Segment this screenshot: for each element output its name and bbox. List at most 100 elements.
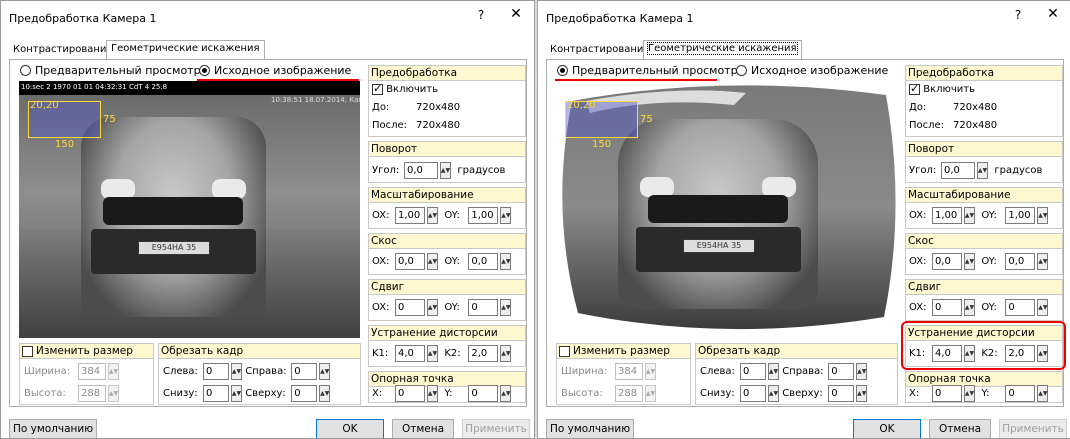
- scale-ox-input[interactable]: 1,00: [932, 207, 962, 224]
- pivot-y-spinner[interactable]: ▲▼: [1037, 385, 1049, 402]
- crop-left-spinner[interactable]: ▲▼: [768, 363, 779, 380]
- scale-oy-input[interactable]: 1,00: [468, 207, 499, 224]
- shift-ox-spinner[interactable]: ▲▼: [964, 299, 975, 316]
- crop-bottom-spinner[interactable]: ▲▼: [231, 385, 242, 402]
- resize-checkbox[interactable]: Изменить размер: [557, 344, 690, 359]
- help-icon[interactable]: ?: [471, 8, 491, 22]
- enable-checkbox[interactable]: Включить: [909, 82, 975, 95]
- apply-button[interactable]: Применить: [999, 419, 1067, 438]
- crop-left-spinner[interactable]: ▲▼: [231, 363, 242, 380]
- resize-width-input[interactable]: 384: [615, 363, 643, 380]
- checkbox-box: [559, 345, 570, 357]
- shift-oy-spinner[interactable]: ▲▼: [1037, 299, 1049, 316]
- crop-left-input[interactable]: 0: [740, 363, 766, 380]
- pivot-x-input[interactable]: 0: [395, 385, 425, 402]
- tab-contrast[interactable]: Контрастирование: [546, 42, 654, 59]
- defaults-button[interactable]: По умолчанию: [9, 419, 97, 438]
- crop-row-1: Слева: 0 ▲▼ Справа: 0 ▲▼: [163, 363, 331, 380]
- pivot-row: X: 0 ▲▼ Y: 0 ▲▼: [909, 385, 1049, 402]
- skew-oy-input[interactable]: 0,0: [468, 253, 499, 270]
- shift-ox-input[interactable]: 0: [932, 299, 962, 316]
- angle-input[interactable]: 0,0: [404, 162, 438, 179]
- crop-top-spinner[interactable]: ▲▼: [856, 385, 868, 402]
- shift-oy-spinner[interactable]: ▲▼: [500, 299, 512, 316]
- ok-button[interactable]: OK: [316, 419, 384, 438]
- scale-oy-spinner[interactable]: ▲▼: [1037, 207, 1049, 224]
- resize-height-input[interactable]: 288: [78, 385, 106, 402]
- resize-width-spinner[interactable]: ▲▼: [645, 363, 656, 380]
- tab-geometric-distortion[interactable]: Геометрические искажения: [106, 40, 265, 59]
- tab-geometric-distortion[interactable]: Геометрические искажения: [643, 40, 802, 59]
- crop-bottom-input[interactable]: 0: [740, 385, 766, 402]
- rotation-row: Угол: 0,0 ▲▼ градусов: [372, 162, 505, 179]
- radio-preview[interactable]: Предварительный просмотр: [20, 64, 201, 77]
- scale-oy-spinner[interactable]: ▲▼: [500, 207, 512, 224]
- enable-checkbox[interactable]: Включить: [372, 82, 438, 95]
- scale-oy-input[interactable]: 1,00: [1005, 207, 1036, 224]
- shift-ox-spinner[interactable]: ▲▼: [427, 299, 438, 316]
- tab-contrast[interactable]: Контрастирование: [9, 42, 117, 59]
- cancel-button[interactable]: Отмена: [929, 419, 991, 438]
- skew-oy-input[interactable]: 0,0: [1005, 253, 1036, 270]
- crop-right-spinner[interactable]: ▲▼: [856, 363, 868, 380]
- radio-original-image[interactable]: Исходное изображение: [736, 64, 888, 77]
- crop-right-input[interactable]: 0: [291, 363, 318, 380]
- radio-preview[interactable]: Предварительный просмотр: [557, 64, 738, 77]
- skew-oy-spinner[interactable]: ▲▼: [500, 253, 512, 270]
- angle-spinner[interactable]: ▲▼: [977, 162, 988, 179]
- crop-bottom-spinner[interactable]: ▲▼: [768, 385, 779, 402]
- radio-circle-selected: [557, 65, 568, 76]
- crop-left-input[interactable]: 0: [203, 363, 229, 380]
- pivot-x-input[interactable]: 0: [932, 385, 962, 402]
- van: Е954НА 35: [81, 117, 266, 317]
- apply-button[interactable]: Применить: [462, 419, 530, 438]
- angle-input[interactable]: 0,0: [941, 162, 975, 179]
- radio-original-image[interactable]: Исходное изображение: [199, 64, 351, 77]
- angle-spinner[interactable]: ▲▼: [440, 162, 451, 179]
- pivot-y-spinner[interactable]: ▲▼: [500, 385, 512, 402]
- pivot-y-input[interactable]: 0: [1005, 385, 1036, 402]
- crop-top-spinner[interactable]: ▲▼: [319, 385, 331, 402]
- resize-checkbox[interactable]: Изменить размер: [20, 344, 153, 359]
- shift-row: OX: 0 ▲▼ OY: 0 ▲▼: [909, 299, 1049, 316]
- bumper: Е954НА 35: [91, 229, 256, 274]
- crop-bottom-input[interactable]: 0: [203, 385, 229, 402]
- k2-spinner[interactable]: ▲▼: [500, 345, 512, 362]
- skew-oy-spinner[interactable]: ▲▼: [1037, 253, 1049, 270]
- crop-right-input[interactable]: 0: [828, 363, 855, 380]
- resize-width-input[interactable]: 384: [78, 363, 106, 380]
- pivot-y-input[interactable]: 0: [468, 385, 499, 402]
- scale-ox-spinner[interactable]: ▲▼: [427, 207, 438, 224]
- crop-top-input[interactable]: 0: [828, 385, 855, 402]
- ok-button[interactable]: OK: [853, 419, 921, 438]
- skew-ox-spinner[interactable]: ▲▼: [964, 253, 975, 270]
- cancel-button[interactable]: Отмена: [392, 419, 454, 438]
- image-preview: Е954НА 35 20,20 75 150: [556, 81, 897, 338]
- resize-height-input[interactable]: 288: [615, 385, 643, 402]
- close-icon[interactable]: ✕: [1043, 6, 1063, 22]
- skew-ox-input[interactable]: 0,0: [932, 253, 962, 270]
- skew-ox-spinner[interactable]: ▲▼: [427, 253, 438, 270]
- shift-oy-input[interactable]: 0: [1005, 299, 1036, 316]
- close-icon[interactable]: ✕: [506, 6, 526, 22]
- crop-row-2: Снизу: 0 ▲▼ Сверху: 0 ▲▼: [700, 385, 868, 402]
- pivot-x-spinner[interactable]: ▲▼: [427, 385, 438, 402]
- shift-oy-input[interactable]: 0: [468, 299, 499, 316]
- group-title: Обрезать кадр: [696, 344, 897, 359]
- skew-ox-input[interactable]: 0,0: [395, 253, 425, 270]
- resize-height-spinner[interactable]: ▲▼: [645, 385, 656, 402]
- resize-width-spinner[interactable]: ▲▼: [108, 363, 119, 380]
- k2-input[interactable]: 2,0: [468, 345, 499, 362]
- crop-top-input[interactable]: 0: [291, 385, 318, 402]
- shift-ox-input[interactable]: 0: [395, 299, 425, 316]
- resize-height-spinner[interactable]: ▲▼: [108, 385, 119, 402]
- defaults-button[interactable]: По умолчанию: [546, 419, 634, 438]
- scale-ox-input[interactable]: 1,00: [395, 207, 425, 224]
- scale-ox-spinner[interactable]: ▲▼: [964, 207, 975, 224]
- size-before: До: 720x480: [372, 102, 461, 113]
- k1-spinner[interactable]: ▲▼: [427, 345, 438, 362]
- k1-input[interactable]: 4,0: [395, 345, 425, 362]
- help-icon[interactable]: ?: [1008, 8, 1028, 22]
- pivot-x-spinner[interactable]: ▲▼: [964, 385, 975, 402]
- crop-right-spinner[interactable]: ▲▼: [319, 363, 331, 380]
